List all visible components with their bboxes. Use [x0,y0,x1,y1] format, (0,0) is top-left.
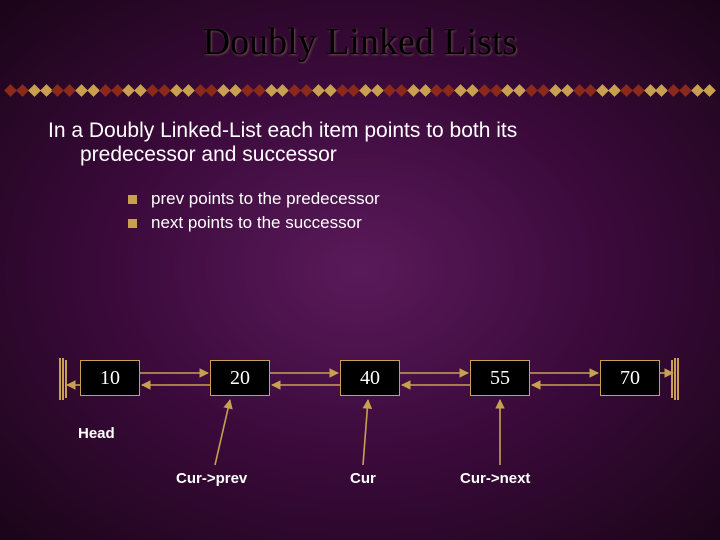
divider-diamond-icon [241,84,254,97]
divider-diamond-icon [454,84,467,97]
bullet-item: prev points to the predecessor [128,189,672,209]
square-bullet-icon [128,195,137,204]
bullet-list: prev points to the predecessor next poin… [48,167,672,233]
divider-diamond-icon [679,84,692,97]
divider-diamond-icon [28,84,41,97]
divider-diamond-icon [395,84,408,97]
divider-diamond-icon [170,84,183,97]
divider-diamond-icon [324,84,337,97]
list-node: 40 [340,360,400,396]
divider-diamond-icon [620,84,633,97]
divider-diamond-icon [87,84,100,97]
divider-diamond-icon [158,84,171,97]
divider-diamond-icon [300,84,313,97]
divider-diamond-icon [75,84,88,97]
intro-line-2: predecessor and successor [48,143,672,167]
divider-diamond-icon [182,84,195,97]
divider-diamond-icon [478,84,491,97]
divider-diamond-icon [549,84,562,97]
divider-diamond-icon [99,84,112,97]
divider-diamond-icon [691,84,704,97]
divider-diamond-icon [371,84,384,97]
bullet-text: prev points to the predecessor [151,189,380,209]
divider-diamond-icon [383,84,396,97]
divider-diamond-icon [525,84,538,97]
divider-diamond-icon [632,84,645,97]
label-head: Head [78,425,115,442]
intro-line-1: In a Doubly Linked-List each item points… [48,119,672,143]
divider-diamond-icon [608,84,621,97]
list-node: 55 [470,360,530,396]
divider-diamond-icon [537,84,550,97]
bullet-item: next points to the successor [128,213,672,233]
list-node: 70 [600,360,660,396]
title-divider [0,82,720,102]
label-cur-prev: Cur->prev [176,470,247,487]
divider-diamond-icon [466,84,479,97]
slide-title: Doubly Linked Lists [0,0,720,64]
square-bullet-icon [128,219,137,228]
divider-diamond-icon [407,84,420,97]
divider-diamond-icon [312,84,325,97]
divider-diamond-icon [253,84,266,97]
divider-diamond-icon [146,84,159,97]
list-node: 10 [80,360,140,396]
divider-diamond-icon [703,84,716,97]
label-cur: Cur [350,470,376,487]
divider-diamond-icon [229,84,242,97]
divider-diamond-icon [561,84,574,97]
list-node: 20 [210,360,270,396]
label-cur-next: Cur->next [460,470,530,487]
bullet-text: next points to the successor [151,213,362,233]
linked-list-diagram: 10 20 40 55 70 [0,340,720,500]
divider-diamond-icon [16,84,29,97]
divider-diamond-icon [4,84,17,97]
